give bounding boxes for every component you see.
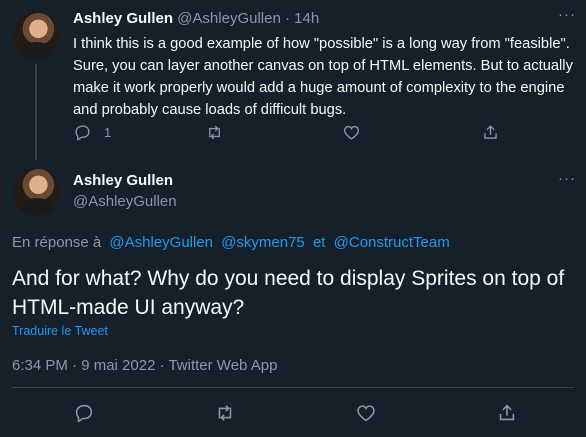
like-icon [343, 125, 360, 140]
retweet-button[interactable] [214, 402, 236, 424]
author-name[interactable]: Ashley Gullen [73, 10, 173, 27]
reply-icon [75, 125, 90, 141]
mention-link[interactable]: @skymen75 [221, 234, 305, 251]
reply-count: 1 [104, 125, 112, 140]
like-icon [357, 405, 375, 422]
tweet-header: Ashley Gullen @AshleyGullen · 14h [73, 10, 319, 27]
reply-button[interactable]: 1 [73, 123, 111, 142]
avatar[interactable] [12, 12, 60, 60]
tweet-text: And for what? Why do you need to display… [12, 267, 565, 319]
parent-tweet[interactable]: Ashley Gullen @AshleyGullen · 14h ··· I … [0, 0, 586, 160]
like-button[interactable] [342, 123, 361, 142]
more-options-button[interactable]: ··· [558, 170, 576, 187]
more-options-button[interactable]: ··· [558, 6, 576, 23]
tweet-time[interactable]: 14h [294, 10, 319, 27]
share-icon [499, 404, 515, 421]
mention-link[interactable]: @AshleyGullen [109, 234, 213, 251]
retweet-button[interactable] [205, 123, 224, 142]
avatar[interactable] [12, 168, 60, 216]
tweet-meta[interactable]: 6:34 PM · 9 mai 2022 · Twitter Web App [12, 357, 277, 374]
mention-link[interactable]: @ConstructTeam [334, 234, 450, 251]
thread-line [35, 64, 37, 160]
translate-tweet-link[interactable]: Traduire le Tweet [12, 324, 108, 338]
reply-button[interactable] [73, 402, 95, 424]
share-button[interactable] [481, 123, 500, 142]
share-icon [484, 125, 497, 139]
retweet-icon [209, 125, 220, 140]
author-handle[interactable]: @AshleyGullen [73, 193, 177, 210]
like-button[interactable] [355, 402, 377, 424]
divider [12, 387, 574, 388]
share-button[interactable] [496, 402, 518, 424]
tweet-actions [0, 402, 586, 426]
separator: · [284, 10, 290, 27]
tweet-actions: 1 [0, 123, 586, 143]
replying-prefix: En réponse à [12, 234, 102, 251]
replying-to: En réponse à @AshleyGullen @skymen75 et … [12, 234, 454, 251]
tweet-text: I think this is a good example of how "p… [73, 36, 573, 118]
author-name[interactable]: Ashley Gullen [73, 172, 173, 189]
author-handle[interactable]: @AshleyGullen [177, 10, 281, 27]
replying-conjunction: et [312, 234, 326, 251]
reply-icon [75, 404, 93, 423]
retweet-icon [218, 405, 232, 421]
